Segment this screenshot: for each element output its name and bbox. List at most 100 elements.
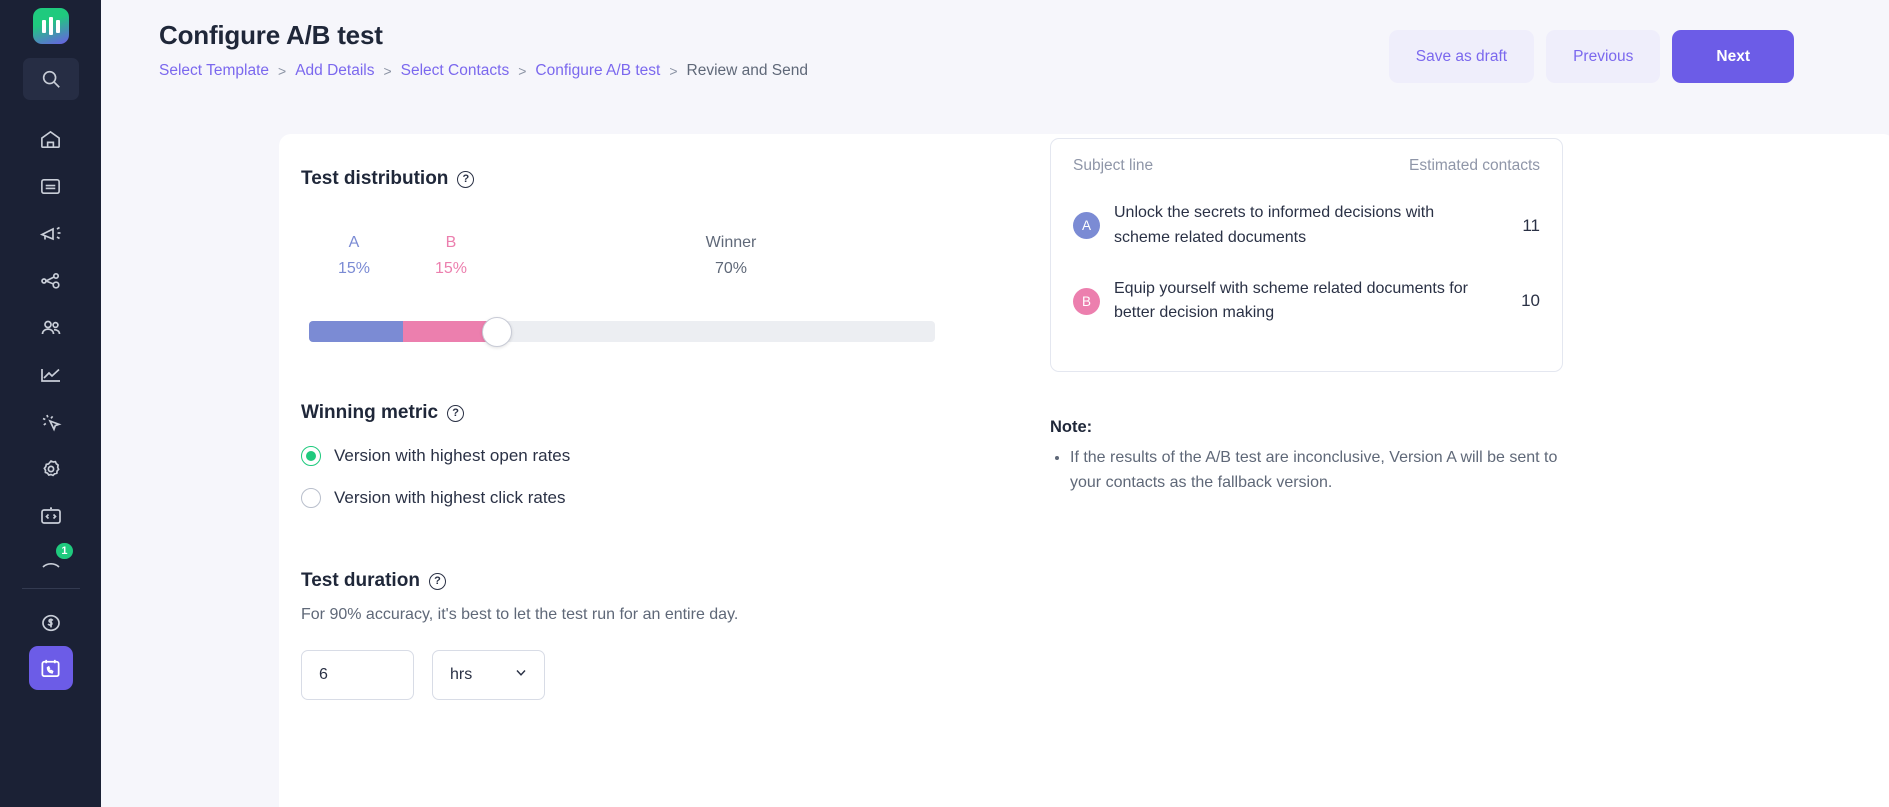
home-icon	[41, 130, 60, 148]
version-badge-a: A	[1073, 212, 1100, 240]
column-header-subject-line: Subject line	[1073, 157, 1154, 174]
main-area: Configure A/B test Select Template > Add…	[101, 0, 1889, 807]
radio-label: Version with highest click rates	[334, 488, 566, 507]
breadcrumb-item-select-template[interactable]: Select Template	[159, 62, 269, 80]
duration-amount-input[interactable]	[301, 650, 414, 700]
settings-icon	[42, 459, 60, 476]
version-a-label: A	[348, 234, 360, 251]
distribution-column-a: A 15%	[314, 234, 394, 278]
sidebar-item-automation[interactable]	[23, 257, 79, 304]
page-header: Configure A/B test Select Template > Add…	[101, 0, 1889, 83]
search-button[interactable]	[22, 58, 79, 100]
sidebar-item-billing[interactable]	[23, 599, 79, 646]
campaigns-icon	[39, 226, 60, 240]
subject-line-text: Unlock the secrets to informed decisions…	[1114, 204, 1435, 246]
version-a-percent: 15%	[337, 260, 371, 277]
schedule-call-icon	[41, 659, 60, 677]
radio-label: Version with highest open rates	[334, 446, 571, 465]
breadcrumb-separator: >	[518, 63, 527, 79]
click-icon	[42, 414, 62, 432]
version-b-percent: 15%	[434, 260, 468, 277]
note-title: Note:	[1050, 418, 1093, 436]
test-duration-label: Test duration	[301, 570, 420, 591]
distribution-column-winner: Winner 70%	[671, 234, 791, 278]
previous-button[interactable]: Previous	[1546, 30, 1661, 83]
winning-metric-section: Winning metric ? Version with highest op…	[301, 402, 901, 508]
header-actions: Save as draft Previous Next	[1388, 30, 1794, 83]
estimated-contacts-value: 11	[1522, 215, 1540, 235]
note-list-item: If the results of the A/B test are incon…	[1070, 446, 1570, 496]
duration-unit-select[interactable]: hrs	[432, 650, 545, 700]
subject-lines-panel: Subject line Estimated contacts A Unlock…	[1050, 138, 1563, 372]
subject-panel-header: Subject line Estimated contacts	[1073, 157, 1540, 175]
test-duration-description: For 90% accuracy, it's best to let the t…	[301, 606, 739, 623]
app-root: 1 Configure A/B test Select Template > A…	[0, 0, 1889, 807]
search-icon	[42, 70, 60, 88]
breadcrumb-separator: >	[669, 63, 678, 79]
test-distribution-label: Test distribution	[301, 168, 449, 189]
save-as-draft-button[interactable]: Save as draft	[1388, 30, 1535, 83]
breadcrumb-item-select-contacts[interactable]: Select Contacts	[401, 62, 510, 80]
winner-percent: 70%	[714, 260, 748, 277]
breadcrumb-item-review-and-send[interactable]: Review and Send	[687, 62, 809, 80]
billing-icon	[41, 614, 60, 631]
test-duration-title: Test duration ?	[301, 570, 901, 592]
version-b-label: B	[445, 234, 457, 251]
next-button[interactable]: Next	[1672, 30, 1794, 83]
slider-segment-a	[309, 321, 403, 342]
breadcrumb-item-add-details[interactable]: Add Details	[295, 62, 374, 80]
column-header-estimated-contacts: Estimated contacts	[1409, 157, 1540, 174]
note-list: If the results of the A/B test are incon…	[1070, 446, 1570, 496]
test-duration-fields: hrs	[301, 650, 901, 700]
subject-row: B Equip yourself with scheme related doc…	[1073, 277, 1540, 327]
distribution-slider[interactable]	[309, 316, 935, 347]
breadcrumb-item-configure-ab-test[interactable]: Configure A/B test	[535, 62, 660, 80]
radio-option-click-rates[interactable]: Version with highest click rates	[301, 488, 901, 508]
sidebar-item-contacts[interactable]	[23, 304, 79, 351]
test-distribution-section: Test distribution ? A 15% B 15% Winner 7…	[301, 168, 1001, 347]
help-icon[interactable]: ?	[428, 572, 446, 590]
logo-bar	[55, 19, 60, 33]
sidebar-item-schedule-call[interactable]	[28, 646, 73, 690]
automation-icon	[40, 272, 60, 289]
winning-metric-title: Winning metric ?	[301, 402, 901, 424]
breadcrumb-separator: >	[383, 63, 392, 79]
sidebar-item-notifications[interactable]: 1	[23, 539, 79, 586]
sidebar-item-engagement[interactable]	[23, 398, 79, 445]
code-icon	[40, 506, 61, 524]
notification-badge: 1	[54, 541, 75, 561]
sidebar-item-home[interactable]	[23, 116, 79, 163]
sidebar-item-settings[interactable]	[23, 445, 79, 492]
distribution-labels: A 15% B 15% Winner 70%	[301, 234, 1001, 294]
radio-indicator[interactable]	[301, 446, 321, 466]
distribution-column-b: B 15%	[411, 234, 491, 278]
contacts-icon	[41, 320, 60, 334]
sidebar-item-forms[interactable]	[23, 163, 79, 210]
breadcrumb-separator: >	[278, 63, 287, 79]
sidebar-item-campaigns[interactable]	[23, 210, 79, 257]
logo-bar	[41, 19, 46, 33]
slider-handle[interactable]	[481, 316, 512, 347]
radio-option-open-rates[interactable]: Version with highest open rates	[301, 446, 901, 466]
sidebar: 1	[0, 0, 101, 807]
app-logo[interactable]	[32, 8, 69, 44]
estimated-contacts-value: 10	[1521, 291, 1540, 311]
sidebar-item-developer[interactable]	[23, 492, 79, 539]
sidebar-divider	[21, 588, 80, 589]
duration-unit-value[interactable]: hrs	[432, 650, 545, 700]
forms-icon	[41, 178, 60, 195]
subject-row: A Unlock the secrets to informed decisio…	[1073, 201, 1540, 251]
version-badge-b: B	[1073, 287, 1100, 315]
help-icon[interactable]: ?	[457, 170, 475, 188]
logo-bar	[48, 17, 53, 35]
analytics-icon	[40, 368, 60, 382]
configure-ab-test-card: Test distribution ? A 15% B 15% Winner 7…	[279, 134, 1889, 807]
test-distribution-title: Test distribution ?	[301, 168, 1001, 190]
subject-line-text: Equip yourself with scheme related docum…	[1114, 279, 1468, 322]
winning-metric-label: Winning metric	[301, 402, 439, 423]
radio-indicator[interactable]	[301, 488, 321, 508]
test-duration-section: Test duration ? For 90% accuracy, it's b…	[301, 570, 901, 700]
help-icon[interactable]: ?	[447, 404, 465, 422]
sidebar-item-analytics[interactable]	[23, 351, 79, 398]
winner-label: Winner	[705, 234, 757, 251]
